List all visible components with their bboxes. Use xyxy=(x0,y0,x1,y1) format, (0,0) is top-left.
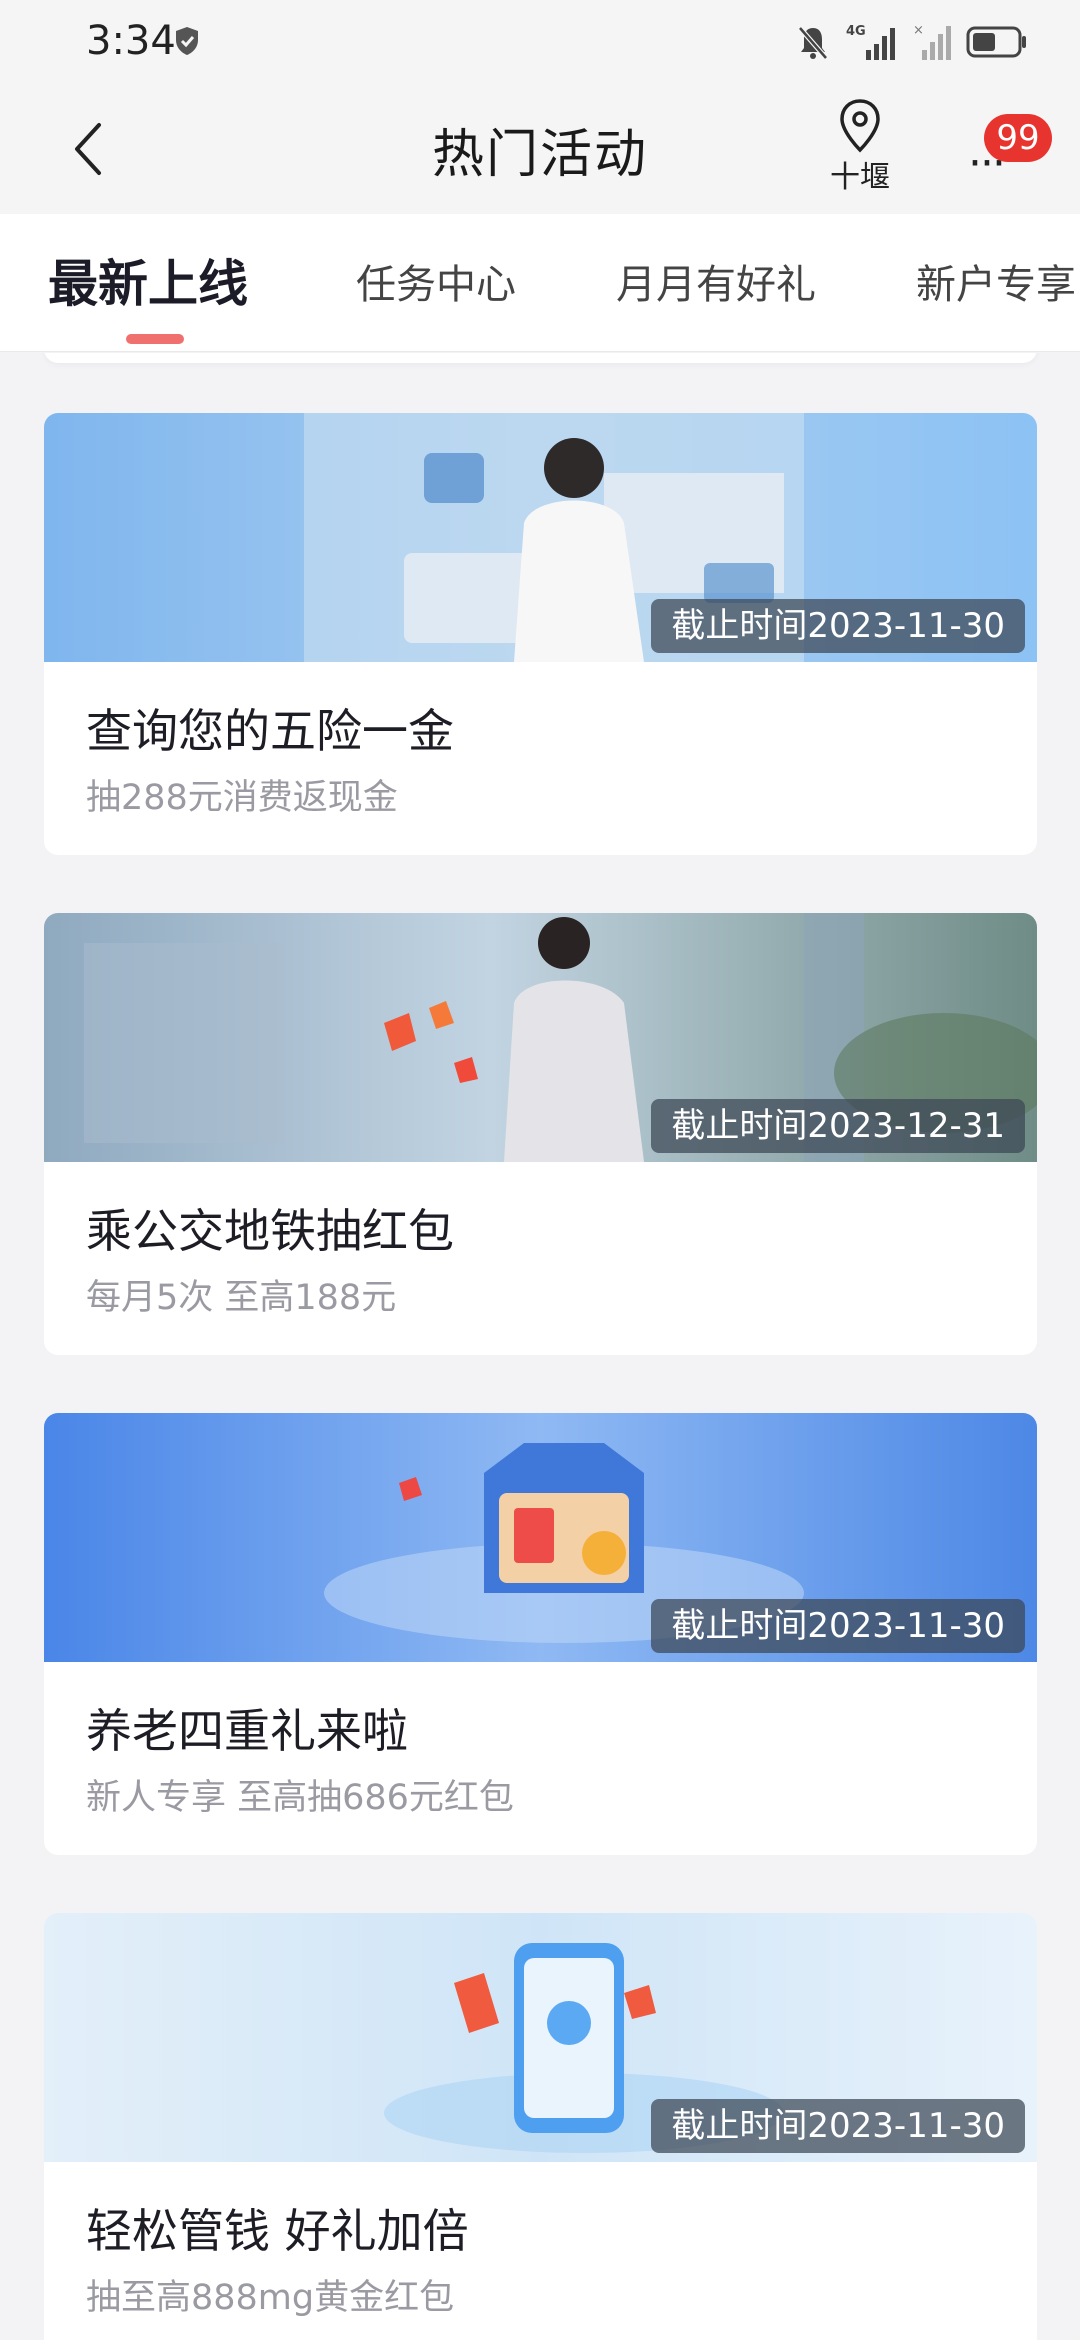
app-header: 热门活动 十堰 ··· 99 xyxy=(0,84,1080,214)
more-button[interactable]: ··· 99 xyxy=(960,104,1060,204)
battery-icon xyxy=(966,26,1026,58)
shield-icon xyxy=(176,27,198,55)
card-subtitle: 新人专享 至高抽686元红包 xyxy=(86,1778,514,1818)
deadline-badge: 截止时间2023-11-30 xyxy=(651,599,1025,653)
tab-latest[interactable]: 最新上线 xyxy=(48,244,248,316)
signal-4g-icon: 4G xyxy=(846,24,895,60)
card-title: 轻松管钱 好礼加倍 xyxy=(86,2204,469,2258)
tab-bar: 最新上线 任务中心 月月有好礼 新户专享 xyxy=(0,214,1080,352)
card-subtitle: 抽288元消费返现金 xyxy=(86,778,398,818)
status-icons: 4G × xyxy=(796,20,1028,64)
card-title: 乘公交地铁抽红包 xyxy=(86,1204,454,1258)
location-label: 十堰 xyxy=(830,160,890,195)
activity-feed[interactable]: 截止时间2023-11-30 查询您的五险一金 抽288元消费返现金 截止时间2… xyxy=(0,353,1080,2340)
card-subtitle: 每月5次 至高188元 xyxy=(86,1278,397,1318)
svg-text:4G: 4G xyxy=(846,24,866,39)
page-title: 热门活动 xyxy=(431,125,648,185)
activity-card[interactable]: 截止时间2023-11-30 轻松管钱 好礼加倍 抽至高888mg黄金红包 xyxy=(44,1913,1037,2340)
svg-text:×: × xyxy=(913,23,924,38)
signal-empty-icon: × xyxy=(913,23,951,60)
status-time: 3:34 xyxy=(86,18,176,64)
tab-indicator xyxy=(126,334,184,344)
card-stub xyxy=(44,353,1037,363)
location-pin-icon xyxy=(840,99,880,153)
deadline-badge: 截止时间2023-11-30 xyxy=(651,2099,1025,2153)
card-title: 养老四重礼来啦 xyxy=(86,1704,408,1758)
activity-card[interactable]: 截止时间2023-11-30 查询您的五险一金 抽288元消费返现金 xyxy=(44,413,1037,855)
activity-card[interactable]: 截止时间2023-12-31 乘公交地铁抽红包 每月5次 至高188元 xyxy=(44,913,1037,1355)
status-bar: 3:34 4G × xyxy=(0,0,1080,84)
tab-monthly-gifts[interactable]: 月月有好礼 xyxy=(616,252,816,310)
card-subtitle: 抽至高888mg黄金红包 xyxy=(86,2278,455,2318)
activity-card[interactable]: 截止时间2023-11-30 养老四重礼来啦 新人专享 至高抽686元红包 xyxy=(44,1413,1037,1855)
tab-new-user[interactable]: 新户专享 xyxy=(916,252,1076,310)
location-button[interactable]: 十堰 xyxy=(820,98,900,198)
mute-bell-icon xyxy=(798,26,828,60)
tab-task-center[interactable]: 任务中心 xyxy=(356,252,516,310)
card-title: 查询您的五险一金 xyxy=(86,704,454,758)
notification-badge: 99 xyxy=(984,114,1052,162)
deadline-badge: 截止时间2023-11-30 xyxy=(651,1599,1025,1653)
deadline-badge: 截止时间2023-12-31 xyxy=(651,1099,1025,1153)
